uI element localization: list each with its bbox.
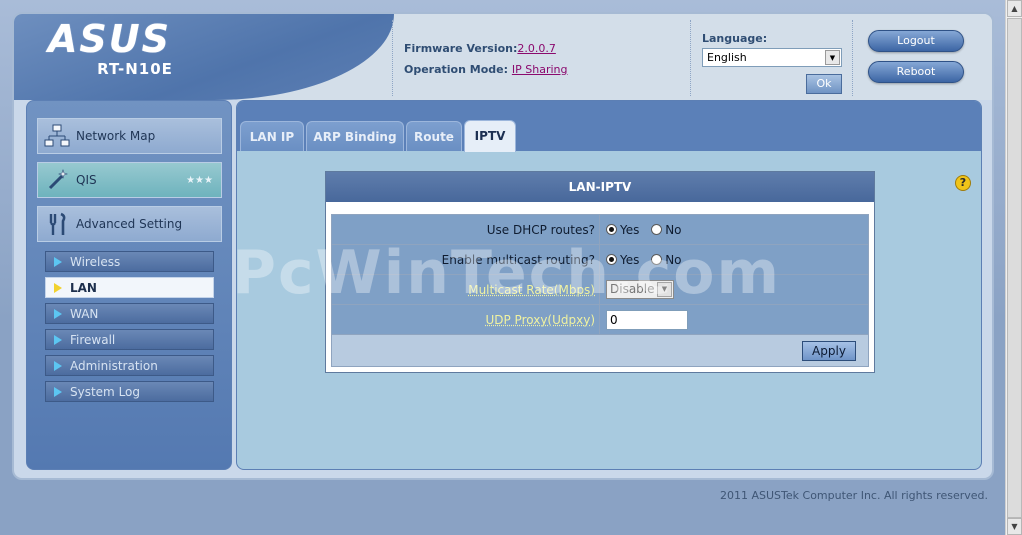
multicast-rate-select[interactable]: Disable ▼ <box>606 280 674 299</box>
table-row: Enable multicast routing? Yes No <box>331 244 869 275</box>
sidebar-item-label: Advanced Setting <box>76 217 183 231</box>
arrow-right-icon <box>54 256 62 267</box>
tab-iptv[interactable]: IPTV <box>464 120 516 152</box>
firmware-info: Firmware Version:2.0.0.7 Operation Mode:… <box>404 38 567 80</box>
sidebar-item-label: QIS <box>76 173 97 187</box>
network-map-icon <box>38 121 76 151</box>
vertical-scrollbar[interactable]: ▲ ▼ <box>1005 0 1022 535</box>
radio-label: Yes <box>620 252 640 267</box>
model-name: RT-N10E <box>97 60 173 78</box>
table-row: UDP Proxy(Udpxy) 0 <box>331 304 869 335</box>
table-row: Use DHCP routes? Yes No <box>331 214 869 245</box>
language-select[interactable]: English ▼ <box>702 48 842 67</box>
panel-title: LAN-IPTV <box>326 172 874 202</box>
header-divider <box>690 20 691 96</box>
header: ASUS RT-N10E Firmware Version:2.0.0.7 Op… <box>14 14 992 100</box>
sidebar-item-firewall[interactable]: Firewall <box>45 329 214 350</box>
operation-mode-link[interactable]: IP Sharing <box>512 63 568 76</box>
table-row: Multicast Rate(Mbps) Disable ▼ <box>331 274 869 305</box>
firmware-version-link[interactable]: 2.0.0.7 <box>517 42 555 55</box>
magic-wand-icon <box>38 165 76 195</box>
language-area: Language: English ▼ Ok <box>702 32 842 94</box>
lan-iptv-panel: LAN-IPTV Use DHCP routes? Yes No Enable … <box>325 171 875 373</box>
dhcp-routes-options: Yes No <box>599 214 869 245</box>
language-value: English <box>707 51 747 64</box>
multicast-rate-label: Multicast Rate(Mbps) <box>331 274 600 305</box>
sidebar-item-wan[interactable]: WAN <box>45 303 214 324</box>
sidebar-item-wireless[interactable]: Wireless <box>45 251 214 272</box>
radio-label: Yes <box>620 222 640 237</box>
arrow-right-icon <box>54 334 62 345</box>
scroll-up-icon[interactable]: ▲ <box>1007 0 1022 17</box>
tab-bar: LAN IP ARP Binding Route IPTV <box>237 101 981 152</box>
operation-mode-label: Operation Mode: <box>404 63 509 76</box>
action-row: Apply <box>331 334 869 367</box>
sidebar: Network Map QIS ★★★ Advanced Setting Wir… <box>26 100 232 470</box>
tab-arp-binding[interactable]: ARP Binding <box>306 121 404 151</box>
table-row: Apply <box>331 334 869 367</box>
dhcp-routes-yes-radio[interactable] <box>606 223 617 235</box>
multicast-rate-value: Disable <box>610 282 655 296</box>
radio-label: No <box>665 252 682 267</box>
apply-button[interactable]: Apply <box>802 340 856 361</box>
sidebar-item-qis[interactable]: QIS ★★★ <box>37 162 222 198</box>
iptv-form: Use DHCP routes? Yes No Enable multicast… <box>331 214 869 367</box>
chevron-down-icon[interactable]: ▼ <box>825 50 840 65</box>
sidebar-item-advanced-setting[interactable]: Advanced Setting <box>37 206 222 242</box>
multicast-routing-yes-radio[interactable] <box>606 253 617 265</box>
sidebar-item-system-log[interactable]: System Log <box>45 381 214 402</box>
chevron-down-icon: ▼ <box>657 282 672 297</box>
udp-proxy-cell: 0 <box>599 304 869 335</box>
stars-icon: ★★★ <box>186 174 213 186</box>
arrow-right-icon <box>54 282 62 293</box>
scroll-thumb[interactable] <box>1007 18 1022 518</box>
multicast-routing-label: Enable multicast routing? <box>331 244 600 275</box>
dhcp-routes-label: Use DHCP routes? <box>331 214 600 245</box>
logout-button[interactable]: Logout <box>868 30 964 52</box>
multicast-rate-cell: Disable ▼ <box>599 274 869 305</box>
wrench-icon <box>38 209 76 239</box>
help-icon[interactable]: ? <box>955 175 971 191</box>
multicast-routing-options: Yes No <box>599 244 869 275</box>
language-ok-button[interactable]: Ok <box>806 74 842 94</box>
sidebar-item-label: System Log <box>70 384 140 399</box>
header-divider <box>852 20 853 96</box>
multicast-routing-no-radio[interactable] <box>651 253 663 265</box>
logo-banner: ASUS RT-N10E <box>14 14 394 100</box>
sidebar-item-administration[interactable]: Administration <box>45 355 214 376</box>
reboot-button[interactable]: Reboot <box>868 61 964 83</box>
sidebar-item-label: Network Map <box>76 129 156 143</box>
udp-proxy-label: UDP Proxy(Udpxy) <box>331 304 600 335</box>
udp-proxy-input[interactable]: 0 <box>606 309 688 330</box>
main-content: LAN IP ARP Binding Route IPTV ? LAN-IPTV… <box>236 100 982 470</box>
tab-lan-ip[interactable]: LAN IP <box>240 121 304 151</box>
arrow-right-icon <box>54 308 62 319</box>
header-divider <box>392 20 393 96</box>
sidebar-item-label: Wireless <box>70 254 121 269</box>
sidebar-item-label: LAN <box>70 280 97 295</box>
sidebar-item-lan[interactable]: LAN <box>45 277 214 298</box>
sidebar-item-label: Administration <box>70 358 158 373</box>
dhcp-routes-no-radio[interactable] <box>651 223 663 235</box>
arrow-right-icon <box>54 386 62 397</box>
arrow-right-icon <box>54 360 62 371</box>
language-label: Language: <box>702 32 768 45</box>
radio-label: No <box>665 222 682 237</box>
scroll-down-icon[interactable]: ▼ <box>1007 518 1022 535</box>
sidebar-item-network-map[interactable]: Network Map <box>37 118 222 154</box>
sidebar-item-label: WAN <box>70 306 99 321</box>
copyright-footer: 2011 ASUSTek Computer Inc. All rights re… <box>720 489 988 502</box>
sidebar-item-label: Firewall <box>70 332 116 347</box>
firmware-label: Firmware Version: <box>404 42 518 55</box>
asus-logo: ASUS <box>48 17 172 61</box>
tab-route[interactable]: Route <box>406 121 462 151</box>
